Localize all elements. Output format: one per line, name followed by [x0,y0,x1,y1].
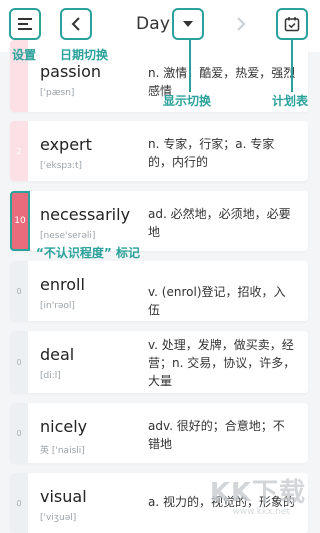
word-phonetic: ['viʒuəl] [40,513,77,523]
chevron-right-icon [237,17,246,31]
annotation-line-display [189,40,191,92]
word-text: nicely [40,417,88,436]
annotation-settings: 设置 [12,48,37,62]
word-phonetic: [nese'serəli] [40,231,96,241]
word-text: passion [40,62,102,81]
watermark-url: www.kkx.net [232,507,291,517]
word-text: necessarily [40,205,131,224]
word-meaning: ad. 必然地，必须地，必要地 [148,207,291,239]
unfamiliarity-stripe: 0 [10,473,28,533]
word-phonetic: ['ekspɜ:t] [40,161,82,171]
annotation-line-plan [291,40,293,92]
next-day-button[interactable] [236,16,246,36]
annotation-plan-table: 计划表 [272,94,309,108]
word-card[interactable]: 0 nicely 英 ['naisli] adv. 很好的；合意地；不错地 [10,403,308,463]
word-phonetic: 英 ['naisli] [40,446,85,456]
word-meaning: v. 处理，发牌，做买卖，经营；n. 交易，协议，许多，大量 [148,338,296,388]
display-toggle-button[interactable] [172,8,204,40]
watermark-logo: KK下载 [209,478,306,508]
settings-button[interactable] [9,8,41,40]
unfamiliarity-stripe: 0 [10,331,28,393]
word-card[interactable]: 0 deal [di:l] v. 处理，发牌，做买卖，经营；n. 交易，协议，许… [10,331,308,393]
word-card[interactable]: 0 enroll [in'rəol] v. (enrol)登记，招收，入伍 [10,261,308,321]
unfamiliarity-stripe: 10 [10,191,30,251]
annotation-unfamiliarity: “不认识程度” 标记 [36,246,140,260]
unfamiliarity-stripe: 0 [10,403,28,463]
unfamiliarity-stripe: 2 [10,121,28,181]
word-meaning: v. (enrol)登记，招收，入伍 [148,285,286,317]
menu-icon [18,18,32,30]
chevron-left-icon [71,17,80,31]
word-card[interactable]: 10 necessarily [nese'serəli] ad. 必然地，必须地… [10,191,308,251]
annotation-display-switch: 显示切换 [163,94,212,108]
word-text: visual [40,487,87,506]
plan-table-button[interactable] [276,8,308,40]
word-phonetic: [in'rəol] [40,301,75,311]
word-text: expert [40,135,92,154]
previous-day-button[interactable] [60,8,92,40]
word-phonetic: [di:l] [40,371,61,381]
unfamiliarity-stripe: 0 [10,261,28,321]
word-meaning: adv. 很好的；合意地；不错地 [148,419,285,451]
word-meaning: n. 专家，行家；a. 专家的，内行的 [148,137,275,169]
word-card[interactable]: 2 expert ['ekspɜ:t] n. 专家，行家；a. 专家的，内行的 [10,121,308,181]
word-phonetic: ['pæsn] [40,88,75,98]
word-card[interactable]: passion ['pæsn] n. 激情，酷爱，热爱，强烈感情 [10,40,308,112]
caret-down-icon [183,21,193,27]
calendar-check-icon [284,17,300,32]
annotation-date-switch: 日期切换 [60,48,109,62]
word-text: deal [40,345,75,364]
word-text: enroll [40,275,85,294]
